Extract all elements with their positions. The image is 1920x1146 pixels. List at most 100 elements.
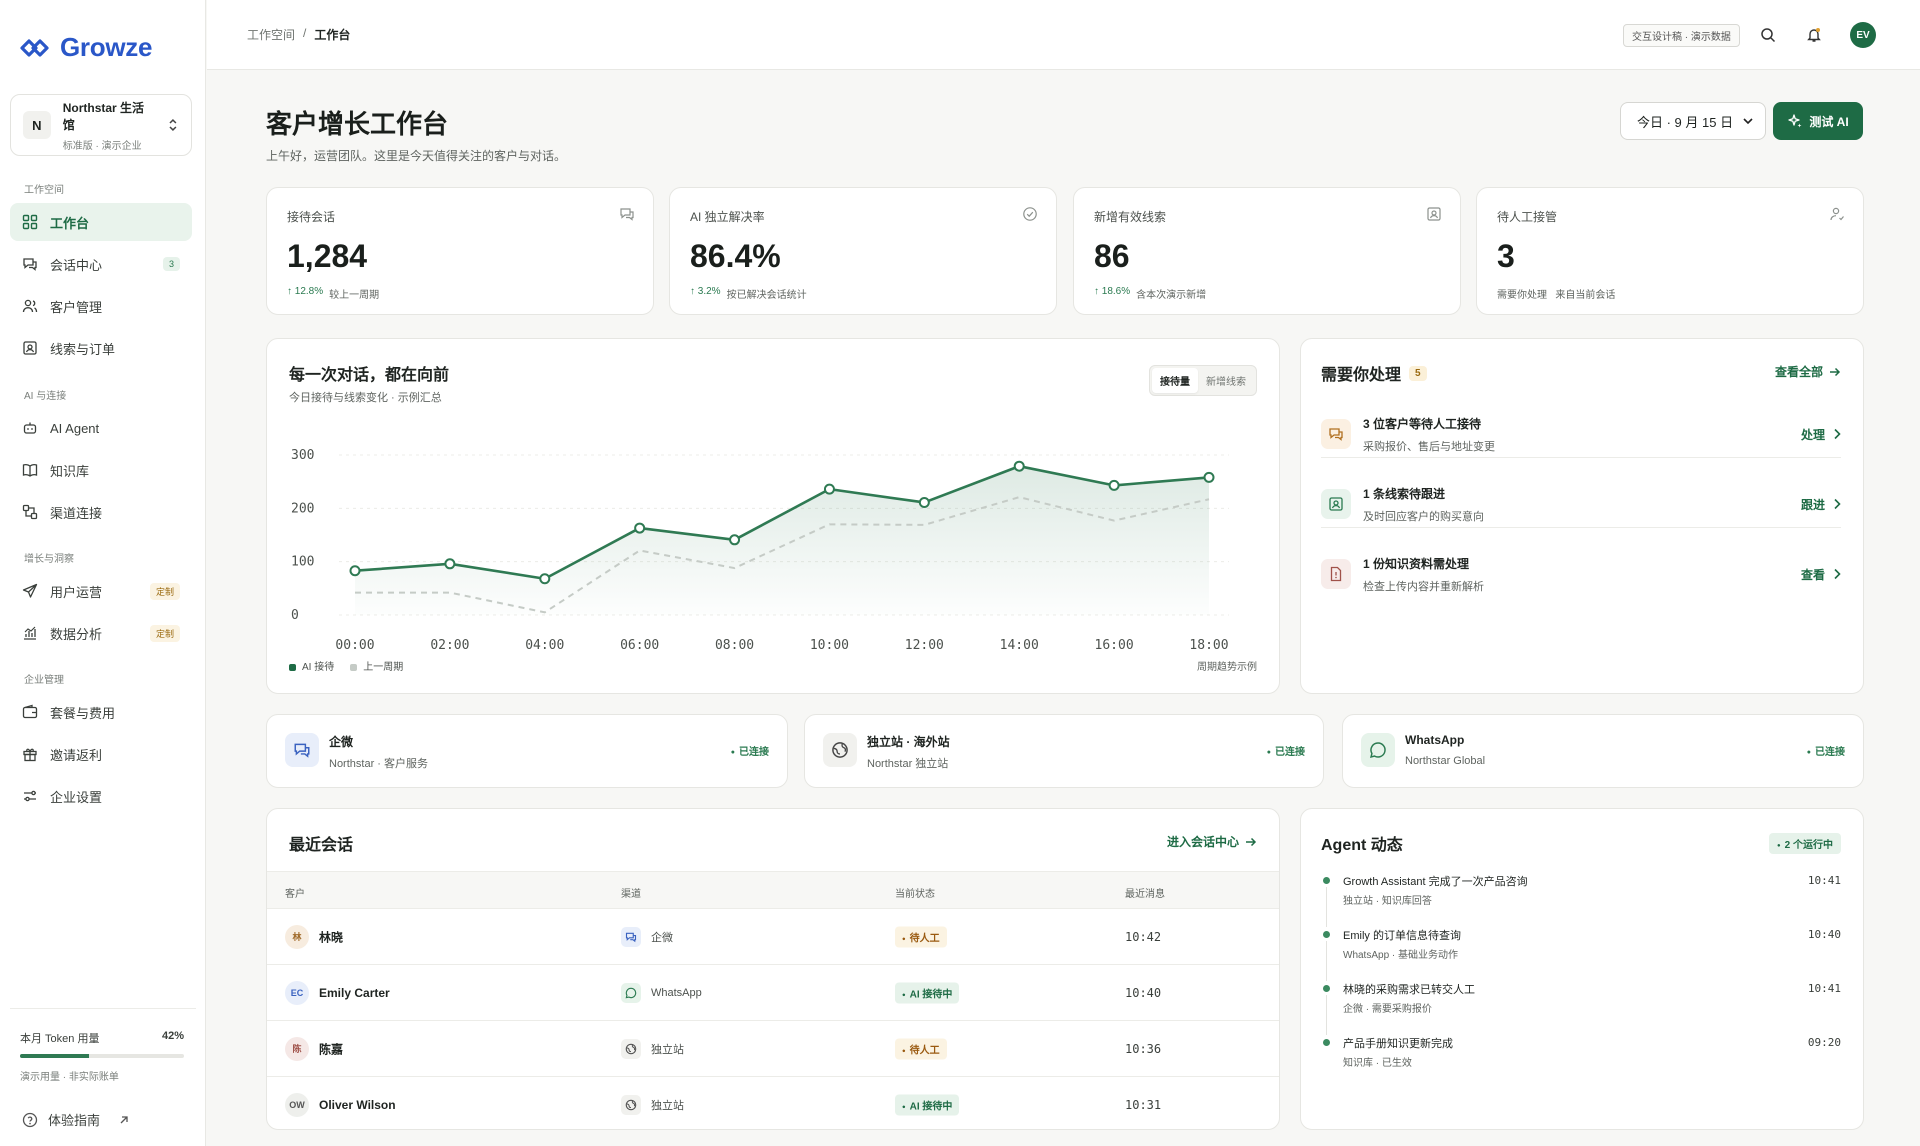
status-badge: AI 接待中 — [895, 1094, 960, 1115]
sidebar-item-dashboard[interactable]: 工作台 — [10, 203, 192, 241]
activity-time: 10:41 — [1807, 874, 1841, 887]
sidebar-item-leads-orders[interactable]: 线索与订单 — [10, 329, 192, 367]
token-progress-fill — [20, 1054, 89, 1058]
check-circle-icon — [1023, 207, 1037, 221]
sidebar-divider — [10, 1008, 196, 1009]
activity-title: 林晓的采购需求已转交人工 — [1343, 984, 1475, 996]
growze-logo-icon — [20, 38, 49, 57]
avatar: OW — [285, 1092, 309, 1117]
sidebar-item-customers[interactable]: 客户管理 — [10, 287, 192, 325]
conversation-center-link[interactable]: 进入会话中心 — [1167, 833, 1257, 850]
customer-name: 陈嘉 — [319, 1042, 344, 1056]
channel-status: 已连接 — [1267, 743, 1305, 758]
chart-subtitle: 今日接待与线索变化 · 示例汇总 — [289, 392, 442, 404]
kpi-note: 按已解决会话统计 — [726, 290, 807, 301]
channel-card-whatsapp[interactable]: WhatsApp Northstar Global 已连接 — [1342, 714, 1864, 788]
user-avatar[interactable]: EV — [1850, 22, 1876, 48]
brand-logo[interactable]: Growze — [20, 32, 152, 63]
tab-sessions[interactable]: 接待量 — [1152, 368, 1198, 393]
kpi-value: 1,284 — [287, 238, 368, 274]
sidebar-item-analytics[interactable]: 数据分析 定制 — [10, 614, 192, 652]
test-ai-button[interactable]: 测试 AI — [1773, 102, 1863, 140]
task-action-button[interactable]: 跟进 — [1801, 496, 1841, 513]
sidebar-item-label: AI Agent — [50, 420, 100, 436]
chart-note: 周期趋势示例 — [1197, 662, 1257, 673]
x-tick-label: 12:00 — [905, 638, 944, 653]
breadcrumb-root[interactable]: 工作空间 — [247, 26, 295, 43]
table-header: 客户 渠道 当前状态 最近消息 — [267, 871, 1279, 909]
search-button[interactable] — [1757, 24, 1779, 46]
timeline-dot — [1323, 1039, 1330, 1046]
nav-section-workspace: 工作空间 — [24, 185, 64, 196]
brand-name: Growze — [60, 32, 153, 62]
table-row[interactable]: 陈 陈嘉 独立站 待人工 10:36 — [267, 1021, 1279, 1077]
x-tick-label: 06:00 — [620, 638, 659, 653]
sidebar-item-billing[interactable]: 套餐与费用 — [10, 693, 192, 731]
kpi-card-sessions: 接待会话 1,284 ↑ 12.8% 较上一周期 — [266, 187, 654, 315]
kpi-card-ai-resolution: AI 独立解决率 86.4% ↑ 3.2% 按已解决会话统计 — [669, 187, 1057, 315]
external-arrow-icon — [120, 1115, 128, 1123]
column-header: 当前状态 — [895, 889, 935, 900]
tasks-count-badge: 5 — [1409, 365, 1427, 381]
settings-sliders-icon — [24, 790, 36, 802]
custom-badge: 定制 — [149, 582, 180, 600]
legend-item-ai: AI 接待 — [289, 658, 334, 673]
activity-subtitle: 独立站 · 知识库回答 — [1343, 896, 1432, 907]
date-select[interactable]: 今日 · 9 月 15 日 — [1620, 102, 1766, 140]
view-all-link[interactable]: 查看全部 — [1775, 363, 1841, 380]
sidebar-item-settings[interactable]: 企业设置 — [10, 777, 192, 815]
task-item[interactable]: 1 条线索待跟进 及时回应客户的购买意向 跟进 — [1321, 469, 1841, 539]
chevron-right-icon — [1834, 428, 1841, 440]
page-subtitle: 上午好，运营团队。这里是今天值得关注的客户与对话。 — [266, 149, 567, 163]
tab-new-leads[interactable]: 新增线索 — [1198, 368, 1254, 393]
last-message-time: 10:42 — [1125, 929, 1162, 944]
channel-card-site[interactable]: 独立站 · 海外站 Northstar 独立站 已连接 — [804, 714, 1324, 788]
activity-subtitle: 知识库 · 已生效 — [1343, 1058, 1412, 1069]
sidebar-item-knowledge[interactable]: 知识库 — [10, 451, 192, 489]
contact-card-icon — [1427, 207, 1441, 221]
grid-icon — [22, 214, 38, 230]
token-progress-bar — [20, 1054, 184, 1058]
sidebar-item-referral[interactable]: 邀请返利 — [10, 735, 192, 773]
task-action-button[interactable]: 查看 — [1801, 566, 1841, 583]
y-tick-label: 300 — [291, 448, 314, 463]
task-item[interactable]: 1 份知识资料需处理 检查上传内容并重新解析 查看 — [1321, 539, 1841, 609]
sidebar-item-ai-agent[interactable]: AI Agent — [10, 409, 192, 447]
sidebar-item-user-ops[interactable]: 用户运营 定制 — [10, 572, 192, 610]
guide-label: 体验指南 — [48, 1113, 101, 1128]
table-row[interactable]: EC Emily Carter WhatsApp AI 接待中 10:40 — [267, 965, 1279, 1021]
activity-time: 10:40 — [1807, 928, 1841, 941]
bar-chart-icon — [24, 626, 36, 640]
y-tick-label: 100 — [291, 555, 314, 570]
task-action-button[interactable]: 处理 — [1801, 426, 1841, 443]
timeline-line — [1326, 887, 1327, 927]
data-point — [539, 573, 551, 585]
activity-title: Emily 的订单信息待查询 — [1343, 930, 1461, 942]
column-header: 最近消息 — [1125, 889, 1165, 900]
conversations-title: 最近会话 — [289, 837, 354, 854]
table-row[interactable]: 林 林晓 企微 待人工 10:42 — [267, 909, 1279, 965]
kpi-footnote: ↑ 12.8% 较上一周期 — [287, 286, 379, 301]
task-action-label: 跟进 — [1800, 497, 1825, 512]
org-switcher[interactable]: N Northstar 生活馆 标准版 · 演示企业 — [10, 94, 192, 156]
channel-card-wecom[interactable]: 企微 Northstar · 客户服务 已连接 — [266, 714, 788, 788]
x-tick-label: 14:00 — [1000, 638, 1039, 653]
task-subtitle: 检查上传内容并重新解析 — [1363, 580, 1484, 593]
channel-name: 企微 — [329, 735, 354, 749]
notifications-button[interactable] — [1803, 24, 1825, 46]
channel-sub: Northstar Global — [1405, 755, 1486, 767]
nav-section-enterprise: 企业管理 — [24, 675, 64, 686]
breadcrumb-separator: / — [303, 26, 307, 40]
running-badge: 2 个运行中 — [1769, 833, 1841, 854]
globe-icon — [621, 1094, 641, 1115]
kpi-card-pending-handoff: 待人工接管 3 需要你处理 来自当前会话 — [1476, 187, 1864, 315]
sidebar-item-conversations[interactable]: 会话中心 3 — [10, 245, 192, 283]
task-item[interactable]: 3 位客户等待人工接待 采购报价、售后与地址变更 处理 — [1321, 399, 1841, 469]
table-row[interactable]: OW Oliver Wilson 独立站 AI 接待中 10:31 — [267, 1077, 1279, 1129]
kpi-note: 含本次演示新增 — [1136, 290, 1207, 301]
sidebar-item-channels[interactable]: 渠道连接 — [10, 493, 192, 531]
guide-link[interactable]: 体验指南 — [22, 1110, 130, 1129]
customer-name: Oliver Wilson — [319, 1097, 396, 1112]
activity-subtitle: WhatsApp · 基础业务动作 — [1343, 950, 1459, 961]
x-tick-label: 10:00 — [810, 638, 849, 653]
